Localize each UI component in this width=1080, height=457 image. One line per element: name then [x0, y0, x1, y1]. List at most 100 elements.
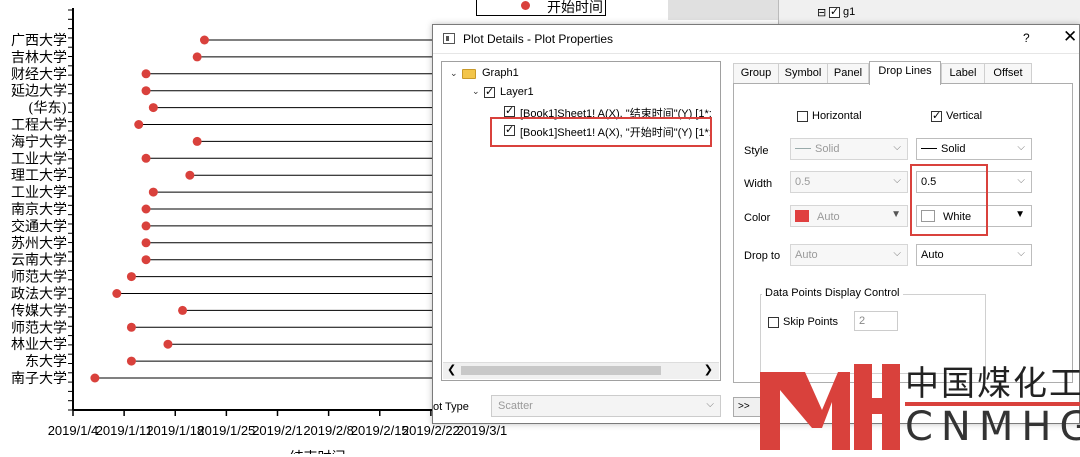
vertical-label: Vertical	[946, 110, 983, 122]
dialog-titlebar[interactable]: Plot Details - Plot Properties ? ✕	[433, 25, 1079, 54]
color-swatch	[795, 210, 809, 222]
x-tick-label: 2019/1/25	[197, 423, 255, 438]
horizontal-color-select[interactable]: Auto ▼	[790, 205, 908, 227]
vertical-style-value: Solid	[941, 143, 966, 155]
style-label: Style	[744, 145, 769, 157]
x-tick-label: 2019/1/11	[96, 423, 153, 438]
layer1-checkbox[interactable]	[484, 85, 495, 98]
data-point	[148, 187, 158, 197]
watermark-chinese-text: 中国煤化工	[905, 364, 1080, 404]
horizontal-checkbox[interactable]	[797, 111, 808, 122]
chevron-down-icon: ⌵	[706, 399, 714, 410]
x-tick-label: 2019/2/22	[402, 423, 460, 438]
y-tick-label: 交通大学	[11, 218, 67, 235]
scrollbar-thumb[interactable]	[461, 366, 661, 375]
tree-item-graph1[interactable]: Graph1	[482, 67, 519, 79]
tree-horizontal-scrollbar[interactable]: ❮ ❯	[443, 362, 719, 379]
plot-type-value: Scatter	[498, 400, 533, 412]
vertical-checkbox[interactable]	[931, 109, 942, 122]
y-tick-label: 理工大学	[11, 168, 67, 184]
chevron-down-icon: ⌵	[1017, 248, 1025, 259]
data-point	[141, 238, 151, 248]
scroll-right-icon[interactable]: ❯	[704, 363, 713, 376]
x-tick-label: 2019/2/1	[252, 423, 303, 438]
data-point	[134, 120, 144, 129]
vertical-style-select[interactable]: Solid ⌵	[916, 138, 1032, 160]
data-point	[126, 272, 136, 282]
data-point	[126, 356, 136, 366]
data-point	[185, 170, 195, 180]
data-point	[199, 35, 209, 45]
y-tick-label: 工业大学	[11, 151, 67, 167]
chevron-down-icon: ⌵	[1017, 175, 1025, 186]
line-style-preview	[921, 148, 937, 149]
watermark-logo	[760, 364, 900, 450]
x-tick-label: 2019/1/18	[146, 423, 204, 438]
folder-icon	[462, 69, 476, 79]
legend-symbol	[521, 1, 530, 10]
legend: 开始时间	[476, 0, 606, 16]
plot-type-select[interactable]: Scatter ⌵	[491, 395, 721, 417]
vertical-drop-to-select[interactable]: Auto ⌵	[916, 244, 1032, 266]
data-point	[192, 136, 202, 146]
watermark: 中国煤化工 CNMHG	[750, 350, 1080, 454]
x-tick-label: 2019/2/8	[303, 423, 354, 438]
data-point	[192, 52, 202, 62]
plot-type-label: ot Type	[433, 401, 469, 413]
tree-minus-icon[interactable]: ⊟	[817, 6, 826, 19]
tab-group[interactable]: Group	[733, 63, 779, 83]
tab-drop-lines[interactable]: Drop Lines	[869, 61, 941, 85]
dropdown-triangle-icon: ▼	[1015, 209, 1025, 220]
highlight-box	[490, 117, 712, 147]
tab-label[interactable]: Label	[941, 63, 985, 83]
layer-checkbox[interactable]	[829, 5, 840, 18]
horizontal-drop-to-value: Auto	[795, 249, 818, 261]
close-button[interactable]: ✕	[1063, 27, 1077, 47]
chevron-down-icon: ⌵	[893, 248, 901, 259]
tab-panel[interactable]: Panel	[827, 63, 869, 83]
chevron-down-icon[interactable]: ⌄	[472, 86, 480, 97]
tab-offset[interactable]: Offset	[984, 63, 1032, 83]
scroll-left-icon[interactable]: ❮	[447, 363, 456, 376]
watermark-english-text: CNMHG	[905, 404, 1080, 450]
skip-points-input[interactable]: 2	[854, 311, 898, 331]
workspace-background	[668, 0, 778, 20]
chevron-down-icon: ⌵	[893, 175, 901, 186]
skip-points-checkbox[interactable]	[768, 317, 779, 328]
horizontal-style-select[interactable]: Solid ⌵	[790, 138, 908, 160]
window-app-icon	[443, 33, 455, 44]
horizontal-width-select[interactable]: 0.5 ⌵	[790, 171, 908, 193]
legend-label: 开始时间	[547, 0, 603, 16]
dialog-title: Plot Details - Plot Properties	[463, 32, 614, 46]
object-manager-item[interactable]: g1	[843, 6, 855, 18]
y-tick-label: (华东)	[28, 101, 67, 117]
y-tick-label: 广西大学	[11, 33, 67, 49]
tab-symbol[interactable]: Symbol	[778, 63, 828, 83]
x-tick-label: 2019/3/1	[457, 423, 508, 438]
horizontal-drop-to-select[interactable]: Auto ⌵	[790, 244, 908, 266]
plot1-checkbox[interactable]	[504, 104, 515, 117]
data-point	[126, 322, 136, 332]
data-point	[141, 204, 151, 214]
data-point	[141, 255, 151, 265]
object-manager-panel: ⊟ g1	[778, 0, 1080, 24]
data-point	[148, 103, 158, 113]
data-point	[178, 305, 188, 315]
help-button[interactable]: ?	[1023, 31, 1030, 45]
y-tick-label: 工程大学	[11, 118, 67, 134]
y-tick-label: 传媒大学	[11, 303, 67, 319]
property-tabs: Group Symbol Panel Drop Lines Label Offs…	[733, 61, 1073, 85]
color-label: Color	[744, 212, 771, 224]
horizontal-width-value: 0.5	[795, 176, 811, 188]
chevron-down-icon[interactable]: ⌄	[450, 68, 458, 79]
tree-item-layer1[interactable]: Layer1	[500, 86, 534, 98]
y-tick-label: 师范大学	[11, 319, 67, 336]
y-tick-label: 政法大学	[11, 287, 67, 303]
data-point	[163, 339, 173, 349]
chevron-down-icon: ⌵	[893, 142, 901, 153]
x-axis-title: 结束时间	[290, 450, 346, 454]
y-tick-label: 吉林大学	[11, 50, 67, 66]
data-point	[141, 69, 151, 79]
skip-points-label: Skip Points	[783, 316, 839, 328]
drop-lines-panel: Horizontal Vertical Style Solid ⌵ Solid …	[733, 83, 1073, 383]
